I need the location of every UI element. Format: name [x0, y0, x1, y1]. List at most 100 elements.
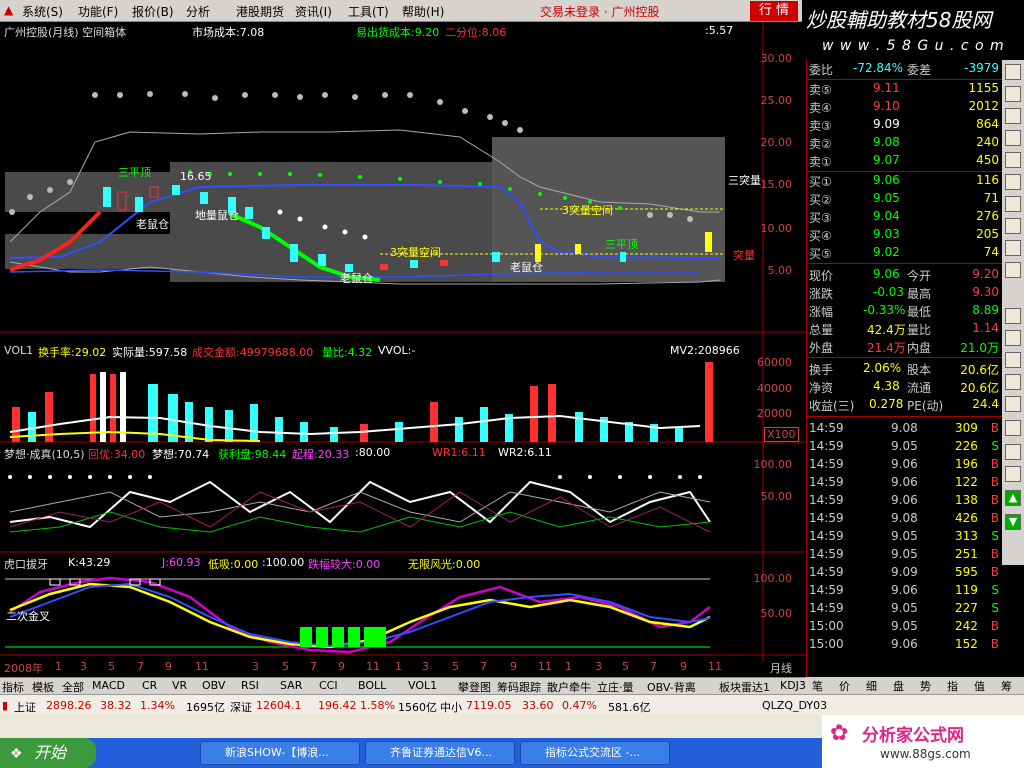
- side-tab[interactable]: 盘: [893, 678, 904, 694]
- tick-volume: 196: [955, 457, 978, 471]
- indicator-tab[interactable]: 全部: [62, 679, 84, 695]
- indicator-tab[interactable]: 指标: [2, 679, 24, 695]
- toolbar-icon[interactable]: [1005, 240, 1021, 256]
- bid-row[interactable]: 买⑤ 9.02 74: [807, 244, 1003, 262]
- ask-price: 9.09: [873, 117, 900, 131]
- ask-row[interactable]: 卖⑤ 9.11 1155: [807, 80, 1003, 98]
- toolbar-icon[interactable]: [1005, 420, 1021, 436]
- side-tab[interactable]: 势: [920, 678, 931, 694]
- menu-info[interactable]: 资讯(I): [295, 3, 332, 20]
- bid-row[interactable]: 买① 9.06 116: [807, 172, 1003, 190]
- tick-time: 14:59: [809, 565, 844, 579]
- indicator-tab[interactable]: RSI: [241, 679, 259, 692]
- ask-volume: 1155: [968, 81, 999, 95]
- tick-volume: 152: [955, 637, 978, 651]
- indicator-tab[interactable]: BOLL: [358, 679, 386, 692]
- taskbar-item[interactable]: 新浪SHOW-【博浪...: [200, 741, 360, 765]
- toolbar-icon[interactable]: [1005, 174, 1021, 190]
- toolbar-icon[interactable]: [1005, 308, 1021, 324]
- time-label: 11: [708, 660, 722, 673]
- index-name[interactable]: 上证: [14, 699, 36, 715]
- toolbar-icon[interactable]: [1005, 262, 1021, 278]
- axis-label: 20.00: [760, 136, 793, 149]
- watermark-url: www.88gs.com: [880, 747, 971, 761]
- toolbar-icon[interactable]: [1005, 466, 1021, 482]
- bid-row[interactable]: 买④ 9.03 205: [807, 226, 1003, 244]
- indicator-tab[interactable]: MACD: [92, 679, 125, 692]
- toolbar-icon[interactable]: [1005, 444, 1021, 460]
- quote-button[interactable]: 行 情: [750, 1, 798, 21]
- indicator-tab[interactable]: CCI: [319, 679, 338, 692]
- index-name[interactable]: 深证: [230, 699, 252, 715]
- toolbar-icon[interactable]: [1005, 330, 1021, 346]
- bid-row[interactable]: 买③ 9.04 276: [807, 208, 1003, 226]
- bid-label: 买③: [809, 211, 832, 225]
- toolbar-icon[interactable]: [1005, 152, 1021, 168]
- indicator-tab[interactable]: OBV-背离: [647, 679, 696, 695]
- time-label: 9: [338, 660, 345, 673]
- ask-row[interactable]: 卖③ 9.09 864: [807, 116, 1003, 134]
- ask-price: 9.08: [873, 135, 900, 149]
- indicator-tab[interactable]: 攀登图: [458, 679, 491, 695]
- chart-annotation: 老鼠仓: [510, 261, 543, 274]
- menu-help[interactable]: 帮助(H): [402, 3, 444, 20]
- indicator-tab[interactable]: CR: [142, 679, 157, 692]
- indicator-tab[interactable]: OBV: [202, 679, 225, 692]
- index-name[interactable]: 中小: [440, 699, 462, 715]
- quote-panel: 委比 -72.84% 委差 -3979 卖⑤ 9.11 1155 卖④ 9.10…: [806, 60, 1003, 677]
- toolbar-icon[interactable]: [1005, 108, 1021, 124]
- ask-row[interactable]: 卖④ 9.10 2012: [807, 98, 1003, 116]
- side-tab[interactable]: 价: [839, 678, 850, 694]
- period-label[interactable]: 月线: [770, 660, 792, 676]
- toolbar-icon[interactable]: [1005, 130, 1021, 146]
- side-tab[interactable]: 值: [974, 678, 985, 694]
- menu-system[interactable]: 系统(S): [22, 3, 63, 20]
- menu-function[interactable]: 功能(F): [78, 3, 118, 20]
- arrow-down-icon[interactable]: ▼: [1005, 514, 1021, 530]
- menu-quote[interactable]: 报价(B): [132, 3, 174, 20]
- toolbar-icon[interactable]: [1005, 218, 1021, 234]
- indicator-tab[interactable]: 模板: [32, 679, 54, 695]
- tick-direction: B: [990, 493, 999, 507]
- ask-row[interactable]: 卖② 9.08 240: [807, 134, 1003, 152]
- bid-row[interactable]: 买② 9.05 71: [807, 190, 1003, 208]
- chart-annotation: 三平顶: [118, 166, 151, 179]
- toolbar-icon[interactable]: [1005, 86, 1021, 102]
- menu-analysis[interactable]: 分析: [186, 3, 210, 20]
- side-tab[interactable]: 笔: [812, 678, 823, 694]
- vol-actual: 实际量:597.58: [112, 346, 188, 359]
- side-tab[interactable]: 细: [866, 678, 877, 694]
- indicator-tab[interactable]: 立庄·量: [597, 679, 634, 695]
- menu-tools[interactable]: 工具(T): [348, 3, 389, 20]
- indicator-tabs: 指标 模板 全部 MACD CR VR OBV RSI SAR CCI BOLL VOL1 攀登图 筹码跟…: [0, 677, 885, 695]
- ask-row[interactable]: 卖① 9.07 450: [807, 152, 1003, 170]
- indicator-tab[interactable]: 板块雷达1: [719, 679, 770, 695]
- indicator-tab[interactable]: SAR: [280, 679, 302, 692]
- dream-item: 获利盘:98.44: [218, 448, 287, 461]
- toolbar-icon[interactable]: [1005, 196, 1021, 212]
- chart-annotation: 突量: [733, 249, 755, 262]
- toolbar-icon[interactable]: [1005, 396, 1021, 412]
- chart-area[interactable]: 广州控股(月线) 空间箱体 市场成本:7.08 易出货成本:9.20 二分位:8…: [0, 22, 806, 677]
- arrow-up-icon[interactable]: ▲: [1005, 490, 1021, 506]
- indicator-tab[interactable]: 散户牵牛: [547, 679, 591, 695]
- market-cost: 市场成本:7.08: [192, 26, 265, 39]
- menu-hk-futures[interactable]: 港股期货: [236, 3, 284, 20]
- taskbar-item[interactable]: 指标公式交流区 -...: [520, 741, 670, 765]
- indicator-tab[interactable]: 筹码跟踪: [497, 679, 541, 695]
- toolbar-icon[interactable]: [1005, 64, 1021, 80]
- bid-price: 9.05: [873, 191, 900, 205]
- chart-annotation: 3突量空间: [562, 204, 613, 217]
- side-tab[interactable]: 指: [947, 678, 958, 694]
- indicator-tab[interactable]: VOL1: [408, 679, 437, 692]
- fund-row: 净资 4.38 流通 20.6亿: [807, 378, 1003, 396]
- indicator-tab[interactable]: VR: [172, 679, 187, 692]
- taskbar-item[interactable]: 齐鲁证券通达信V6...: [365, 741, 515, 765]
- side-tab[interactable]: 筹: [1001, 678, 1012, 694]
- toolbar-icon[interactable]: [1005, 374, 1021, 390]
- chart-annotation: 16.65: [180, 170, 212, 183]
- stat-row: 涨跌 -0.03 最高 9.30: [807, 284, 1003, 302]
- toolbar-icon[interactable]: [1005, 352, 1021, 368]
- time-label: 11: [195, 660, 209, 673]
- tick-price: 9.05: [891, 547, 918, 561]
